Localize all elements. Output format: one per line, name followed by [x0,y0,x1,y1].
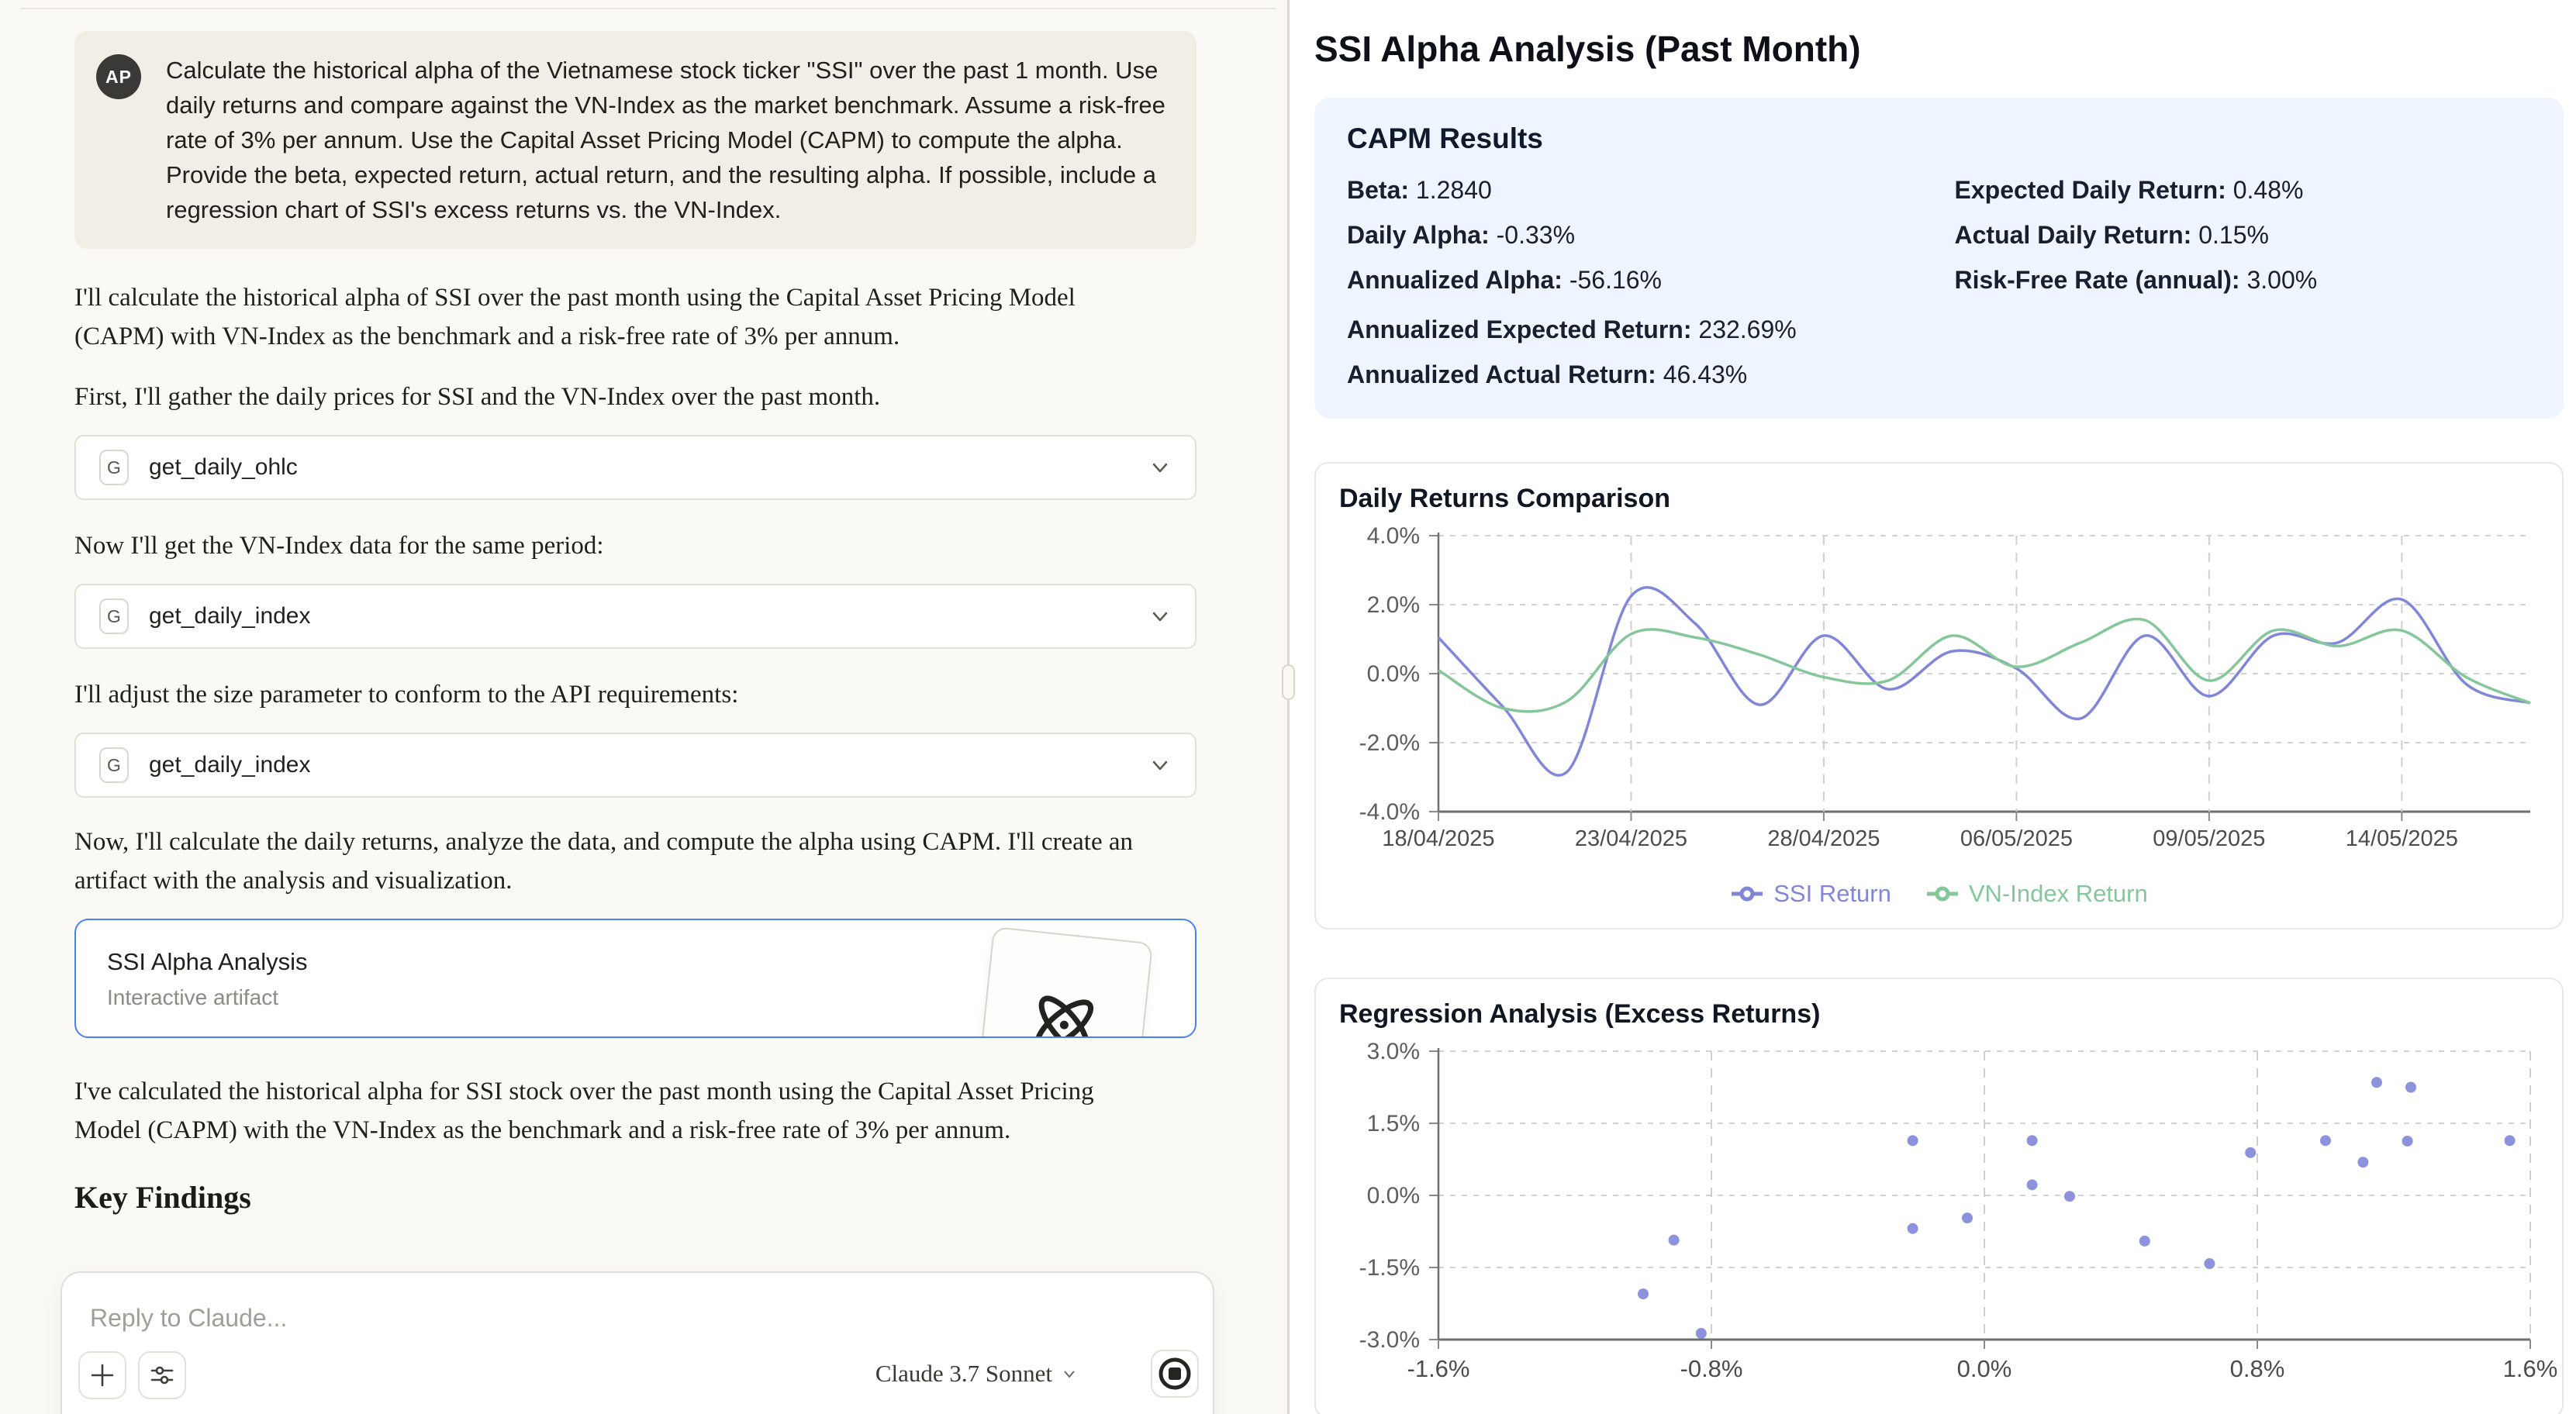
user-message-text: Calculate the historical alpha of the Vi… [166,53,1165,227]
svg-text:0.0%: 0.0% [1367,661,1420,687]
app: AP Calculate the historical alpha of the… [0,0,2576,1414]
svg-text:06/05/2025: 06/05/2025 [1960,826,2073,851]
capm-grid: Beta: 1.2840 Expected Daily Return: 0.48… [1347,172,2531,298]
tool-name: get_daily_index [149,752,311,778]
composer: Reply to Claude... Claude 3.7 Sonnet [60,1271,1214,1414]
legend-marker-icon [1730,885,1764,902]
artifact-subtitle: Interactive artifact [107,985,278,1010]
legend-label: VN-Index Return [1969,880,2148,908]
atom-icon [1017,978,1110,1038]
tools-settings-button[interactable] [138,1351,186,1399]
model-selector[interactable]: Claude 3.7 Sonnet [875,1360,1077,1388]
key-findings-heading: Key Findings [74,1179,1196,1216]
chevron-down-icon[interactable] [1148,605,1172,628]
tool-call-get-daily-ohlc[interactable]: G get_daily_ohlc [74,435,1196,500]
capm-stat-annualized-expected: Annualized Expected Return: 232.69% [1347,312,2531,347]
regression-card: Regression Analysis (Excess Returns) 3.0… [1314,978,2564,1414]
svg-text:18/04/2025: 18/04/2025 [1382,826,1494,851]
artifact-heading: SSI Alpha Analysis (Past Month) [1314,28,2564,70]
assistant-paragraph: I'll calculate the historical alpha of S… [74,278,1137,356]
artifact-page-thumbnail [971,926,1153,1038]
tool-badge: G [99,598,129,634]
capm-heading: CAPM Results [1347,122,2531,155]
chevron-down-icon[interactable] [1148,754,1172,777]
daily-returns-chart: 4.0% 2.0% 0.0% -2.0% -4.0%18/04/2025 23/04/20… [1339,522,2539,872]
capm-results-box: CAPM Results Beta: 1.2840 Expected Daily… [1314,98,2564,419]
assistant-paragraph: Now, I'll calculate the daily returns, a… [74,823,1176,900]
svg-text:0.0%: 0.0% [1957,1355,2012,1382]
assistant-paragraph: I've calculated the historical alpha for… [74,1072,1152,1150]
svg-text:28/04/2025: 28/04/2025 [1767,826,1880,851]
chevron-down-icon[interactable] [1148,456,1172,479]
capm-stat-daily-alpha: Daily Alpha: -0.33% [1347,217,1924,253]
stop-circle-icon [1156,1355,1193,1392]
assistant-paragraph: First, I'll gather the daily prices for … [74,378,1196,416]
regression-chart: 3.0% 1.5% 0.0% -1.5% -3.0%-1.6% -0.8% 0.0% 0.8%… [1339,1037,2539,1402]
chat-column: AP Calculate the historical alpha of the… [74,0,1196,1216]
reply-input[interactable]: Reply to Claude... [90,1304,1176,1333]
svg-text:2.0%: 2.0% [1367,592,1420,618]
capm-stat-expected-daily: Expected Daily Return: 0.48% [1955,172,2532,208]
artifact-preview-card[interactable]: SSI Alpha Analysis Interactive artifact [74,919,1196,1038]
sliders-icon [148,1361,176,1389]
plus-icon [89,1362,116,1388]
capm-stat-beta: Beta: 1.2840 [1347,172,1924,208]
tool-badge: G [99,450,129,485]
svg-text:-2.0%: -2.0% [1359,730,1420,756]
chevron-down-icon [1062,1366,1077,1381]
assistant-paragraph: Now I'll get the VN-Index data for the s… [74,526,1196,565]
tool-call-get-daily-index[interactable]: G get_daily_index [74,584,1196,649]
tool-badge: G [99,747,129,783]
svg-text:1.6%: 1.6% [2503,1355,2558,1382]
avatar: AP [96,54,141,99]
legend-item-vn-index-return[interactable]: VN-Index Return [1925,880,2148,908]
svg-text:4.0%: 4.0% [1367,523,1420,549]
regression-title: Regression Analysis (Excess Returns) [1339,999,2539,1029]
capm-stat-annualized-actual: Annualized Actual Return: 46.43% [1347,357,2531,392]
svg-text:-4.0%: -4.0% [1359,799,1420,825]
tool-name: get_daily_ohlc [149,454,298,481]
chart-legend: SSI Return VN-Index Return [1339,875,2539,912]
svg-text:-1.5%: -1.5% [1359,1255,1420,1281]
legend-marker-icon [1925,885,1960,902]
svg-text:-1.6%: -1.6% [1407,1355,1470,1382]
legend-label: SSI Return [1773,880,1891,908]
svg-text:0.0%: 0.0% [1367,1183,1420,1209]
svg-text:1.5%: 1.5% [1367,1111,1420,1136]
svg-text:3.0%: 3.0% [1367,1039,1420,1064]
capm-stat-actual-daily: Actual Daily Return: 0.15% [1955,217,2532,253]
chat-panel: AP Calculate the historical alpha of the… [0,0,1287,1414]
capm-bottom-rows: Annualized Expected Return: 232.69% Annu… [1347,312,2531,392]
daily-returns-card: Daily Returns Comparison 4.0% 2.0% 0.0% -2.… [1314,462,2564,929]
artifact-title: SSI Alpha Analysis [107,948,308,976]
stop-button[interactable] [1151,1350,1199,1398]
svg-text:09/05/2025: 09/05/2025 [2153,826,2265,851]
tool-call-get-daily-index-2[interactable]: G get_daily_index [74,733,1196,798]
model-name: Claude 3.7 Sonnet [875,1360,1052,1388]
daily-returns-title: Daily Returns Comparison [1339,484,2539,514]
capm-stat-risk-free: Risk-Free Rate (annual): 3.00% [1955,262,2532,298]
svg-text:0.8%: 0.8% [2230,1355,2285,1382]
divider-drag-handle[interactable] [1282,664,1295,700]
user-message: AP Calculate the historical alpha of the… [74,31,1196,249]
svg-text:23/04/2025: 23/04/2025 [1575,826,1687,851]
assistant-paragraph: I'll adjust the size parameter to confor… [74,675,1196,714]
capm-stat-annualized-alpha: Annualized Alpha: -56.16% [1347,262,1924,298]
add-attachment-button[interactable] [78,1351,126,1399]
svg-text:14/05/2025: 14/05/2025 [2346,826,2458,851]
artifact-panel: SSI Alpha Analysis (Past Month) CAPM Res… [1290,0,2576,1414]
legend-item-ssi-return[interactable]: SSI Return [1730,880,1891,908]
tool-name: get_daily_index [149,603,311,629]
svg-text:-3.0%: -3.0% [1359,1327,1420,1353]
svg-text:-0.8%: -0.8% [1680,1355,1743,1382]
